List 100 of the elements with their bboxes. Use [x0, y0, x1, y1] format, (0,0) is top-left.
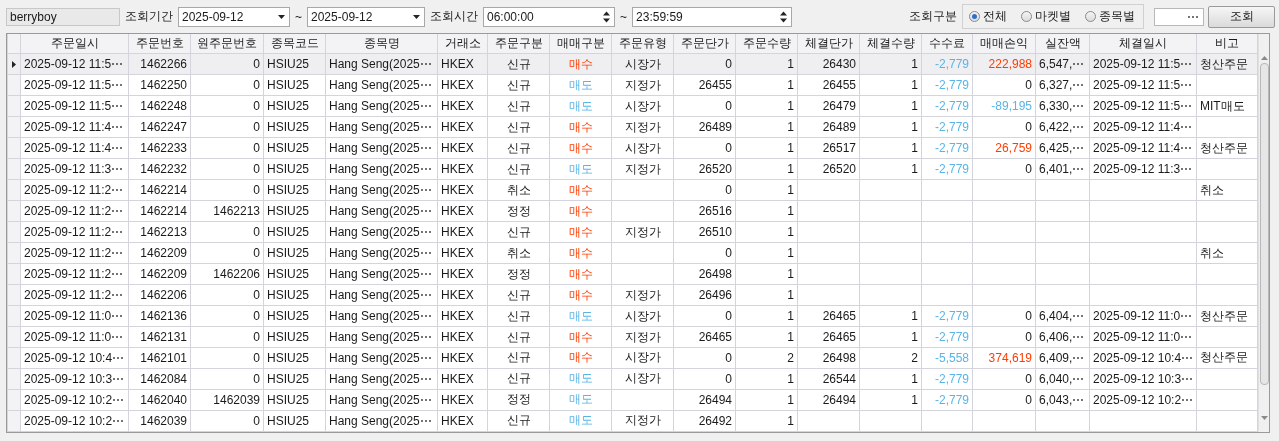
table-row[interactable]: 2025-09-12 10:3⋯ 1462084 0 HSIU25 Hang Seng(2025⋯ HKEX 신규 매도 시장가 0 1 26544 1 -2,779 0 6,040,⋯ 2025-09-12 10:3⋯	[7, 368, 1258, 390]
column-header[interactable]: 주문단가	[673, 34, 736, 54]
table-row[interactable]: 2025-09-12 11:3⋯ 1462232 0 HSIU25 Hang Seng(2025⋯ HKEX 신규 매도 지정가 26520 1 26520 1 -2,779 0 6,401,⋯ 2025-09-12 11:3⋯	[7, 158, 1258, 180]
table-row[interactable]: 2025-09-12 10:4⋯ 1462101 0 HSIU25 Hang Seng(2025⋯ HKEX 신규 매수 시장가 0 2 26498 2 -5,558 374,619 6,409,⋯ 2025-09-12 10:4⋯ 청산주문	[7, 347, 1258, 369]
column-header[interactable]: 주문구분	[487, 34, 550, 54]
time-to-field[interactable]: 23:59:59	[632, 6, 793, 27]
column-header[interactable]: 종목명	[325, 34, 438, 54]
table-cell: 2025-09-12 10:4⋯	[1089, 347, 1197, 369]
table-cell: 0	[673, 368, 736, 390]
time-from-field[interactable]: 06:00:00	[483, 6, 615, 27]
column-header[interactable]: 거래소	[437, 34, 488, 54]
table-row[interactable]: 2025-09-12 11:0⋯ 1462136 0 HSIU25 Hang Seng(2025⋯ HKEX 신규 매도 시장가 0 1 26465 1 -2,779 0 6,404,⋯ 2025-09-12 11:0⋯ 청산주문	[7, 305, 1258, 327]
table-row[interactable]: 2025-09-12 11:2⋯ 1462213 0 HSIU25 Hang Seng(2025⋯ HKEX 신규 매수 지정가 26510 1	[7, 221, 1258, 243]
table-row[interactable]: 2025-09-12 11:4⋯ 1462247 0 HSIU25 Hang Seng(2025⋯ HKEX 신규 매수 지정가 26489 1 26489 1 -2,779 0 6,422,⋯ 2025-09-12 11:4⋯	[7, 116, 1258, 138]
table-cell: 1	[859, 116, 922, 138]
table-row[interactable]: 2025-09-12 11:2⋯ 1462209 1462206 HSIU25 Hang Seng(2025⋯ HKEX 정정 매수 26498 1	[7, 263, 1258, 285]
column-header[interactable]: 비고	[1196, 34, 1258, 54]
search-button[interactable]: 조회	[1208, 5, 1275, 28]
table-cell: Hang Seng(2025⋯	[325, 305, 438, 327]
period-label: 조회기간	[124, 8, 174, 25]
table-cell: HSIU25	[263, 389, 326, 411]
table-cell: 1	[735, 305, 798, 327]
scroll-down-icon[interactable]	[1260, 416, 1268, 420]
column-header[interactable]: 체결일시	[1089, 34, 1197, 54]
account-field[interactable]: berryboy	[6, 7, 120, 26]
column-header[interactable]: 체결단가	[797, 34, 860, 54]
table-cell: 정정	[487, 200, 550, 222]
table-row[interactable]: 2025-09-12 11:2⋯ 1462209 0 HSIU25 Hang Seng(2025⋯ HKEX 취소 매수 0 1 취소	[7, 242, 1258, 264]
table-cell: 1462250	[128, 74, 191, 96]
table-cell: 1462206	[128, 284, 191, 306]
table-cell: 6,409,⋯	[1035, 347, 1090, 369]
table-cell: 1462206	[190, 263, 264, 285]
table-row[interactable]: 2025-09-12 11:2⋯ 1462214 0 HSIU25 Hang Seng(2025⋯ HKEX 취소 매수 0 1 취소	[7, 179, 1258, 201]
table-cell: 청산주문	[1196, 347, 1258, 369]
table-cell: -2,779	[921, 158, 973, 180]
column-header[interactable]: 실잔액	[1035, 34, 1090, 54]
browse-button[interactable]: ⋯	[1154, 7, 1204, 26]
table-cell: -2,779	[921, 74, 973, 96]
table-row[interactable]: 2025-09-12 11:5⋯ 1462248 0 HSIU25 Hang Seng(2025⋯ HKEX 신규 매도 시장가 0 1 26479 1 -2,779 -89,195 6,330,⋯ 2025-09-12 11:5⋯ MIT매도	[7, 95, 1258, 117]
column-header[interactable]: 주문유형	[611, 34, 674, 54]
table-row[interactable]: 2025-09-12 11:0⋯ 1462131 0 HSIU25 Hang Seng(2025⋯ HKEX 신규 매수 지정가 26465 1 26465 1 -2,779 0 6,406,⋯ 2025-09-12 11:0⋯	[7, 326, 1258, 348]
radio-option[interactable]: 마켓별	[1021, 8, 1071, 25]
table-cell: Hang Seng(2025⋯	[325, 137, 438, 159]
table-cell: 신규	[487, 221, 550, 243]
scrollbar-thumb[interactable]	[1259, 63, 1269, 385]
table-row[interactable]: 2025-09-12 10:2⋯ 1462040 1462039 HSIU25 Hang Seng(2025⋯ HKEX 정정 매도 26494 1 26494 1 -2,779 0 6,043,⋯ 2025-09-12 10:2⋯	[7, 389, 1258, 411]
table-row[interactable]: 2025-09-12 11:2⋯ 1462206 0 HSIU25 Hang Seng(2025⋯ HKEX 신규 매수 지정가 26496 1	[7, 284, 1258, 306]
table-cell: 매수	[549, 221, 612, 243]
table-cell: 26465	[797, 326, 860, 348]
radio-option[interactable]: 전체	[969, 8, 1007, 25]
table-cell: 1	[859, 74, 922, 96]
table-cell: 2025-09-12 11:0⋯	[1089, 326, 1197, 348]
table-row[interactable]: 2025-09-12 11:2⋯ 1462214 1462213 HSIU25 Hang Seng(2025⋯ HKEX 정정 매수 26516 1	[7, 200, 1258, 222]
table-cell: 0	[190, 158, 264, 180]
table-row[interactable]: 2025-09-12 11:5⋯ 1462250 0 HSIU25 Hang Seng(2025⋯ HKEX 신규 매도 지정가 26455 1 26455 1 -2,779 0 6,327,⋯ 2025-09-12 11:5⋯	[7, 74, 1258, 96]
column-header[interactable]: 종목코드	[263, 34, 326, 54]
table-cell: 매도	[549, 74, 612, 96]
column-header[interactable]: 주문수량	[735, 34, 798, 54]
table-cell: 0	[190, 284, 264, 306]
column-header[interactable]: 매매손익	[972, 34, 1036, 54]
table-cell: 지정가	[611, 326, 674, 348]
table-row[interactable]: 2025-09-12 10:2⋯ 1462039 0 HSIU25 Hang Seng(2025⋯ HKEX 신규 매도 지정가 26492 1	[7, 410, 1258, 432]
table-cell: 1	[735, 200, 798, 222]
table-cell: 26465	[673, 326, 736, 348]
table-cell: 6,330,⋯	[1035, 95, 1090, 117]
table-cell: 2025-09-12 11:2⋯	[20, 200, 129, 222]
table-row[interactable]: 2025-09-12 11:5⋯ 1462266 0 HSIU25 Hang Seng(2025⋯ HKEX 신규 매수 시장가 0 1 26430 1 -2,779 222,988 6,547,⋯ 2025-09-12 11:5⋯ 청산주문	[7, 53, 1258, 75]
column-header[interactable]: 주문번호	[128, 34, 191, 54]
table-cell: HSIU25	[263, 347, 326, 369]
table-cell: 2025-09-12 11:4⋯	[1089, 116, 1197, 138]
table-cell: HKEX	[437, 347, 488, 369]
table-cell: 매수	[549, 284, 612, 306]
column-header[interactable]: 주문일시	[20, 34, 129, 54]
radio-option[interactable]: 종목별	[1085, 8, 1135, 25]
column-header[interactable]: 수수료	[921, 34, 973, 54]
table-cell: 1462247	[128, 116, 191, 138]
spinner-arrows-icon[interactable]	[603, 10, 610, 23]
table-cell: 1462232	[128, 158, 191, 180]
column-header[interactable]: 체결수량	[859, 34, 922, 54]
column-header[interactable]: 원주문번호	[190, 34, 264, 54]
table-cell: 정정	[487, 263, 550, 285]
date-to-field[interactable]: 2025-09-12	[307, 6, 425, 27]
table-cell: 2025-09-12 11:5⋯	[1089, 74, 1197, 96]
table-cell: HSIU25	[263, 74, 326, 96]
table-cell: 0	[190, 326, 264, 348]
table-cell: -2,779	[921, 305, 973, 327]
table-cell: HKEX	[437, 95, 488, 117]
table-cell: 26479	[797, 95, 860, 117]
table-cell: 1	[735, 410, 798, 432]
table-cell: 1	[735, 158, 798, 180]
spinner-arrows-icon[interactable]	[780, 10, 788, 23]
column-header[interactable]: 매매구분	[549, 34, 612, 54]
scroll-up-icon[interactable]	[1260, 56, 1268, 60]
table-cell: 지정가	[611, 158, 674, 180]
table-cell: 매도	[549, 95, 612, 117]
table-cell: 6,406,⋯	[1035, 326, 1090, 348]
table-row[interactable]: 2025-09-12 11:4⋯ 1462233 0 HSIU25 Hang Seng(2025⋯ HKEX 신규 매수 시장가 0 1 26517 1 -2,779 26,759 6,425,⋯ 2025-09-12 11:4⋯ 청산주문	[7, 137, 1258, 159]
table-cell: Hang Seng(2025⋯	[325, 410, 438, 432]
vertical-scrollbar[interactable]	[1258, 34, 1269, 432]
date-from-field[interactable]: 2025-09-12	[178, 6, 290, 27]
